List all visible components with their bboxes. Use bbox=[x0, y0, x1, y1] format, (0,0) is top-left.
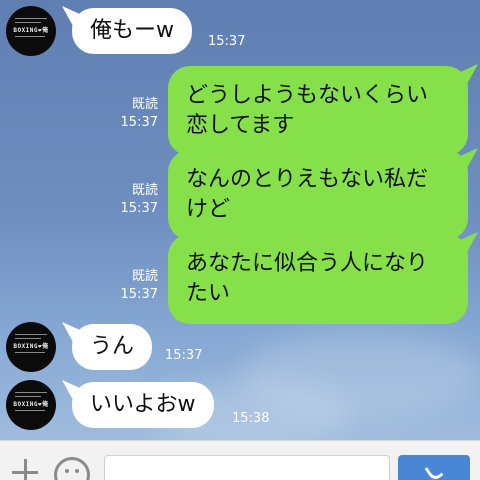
smiley-icon[interactable] bbox=[54, 457, 90, 480]
message-timestamp: 15:37 bbox=[120, 115, 158, 130]
contact-avatar[interactable]: BOXING❤俺 bbox=[6, 322, 56, 372]
avatar-label: BOXING❤俺 bbox=[13, 27, 49, 34]
phone-icon bbox=[424, 462, 444, 480]
message-line: あなたに似合う人になり bbox=[186, 251, 429, 276]
message-timestamp: 15:37 bbox=[120, 201, 158, 216]
read-label: 既読 bbox=[131, 97, 158, 112]
message-timestamp: 15:37 bbox=[120, 287, 158, 302]
message-line: どうしようもないくらい bbox=[186, 83, 429, 108]
contact-avatar[interactable]: BOXING❤俺 bbox=[6, 380, 56, 430]
message-line: なんのとりえもない私だ bbox=[186, 167, 429, 192]
message-composer bbox=[0, 440, 480, 480]
message-timestamp: 15:37 bbox=[165, 348, 203, 363]
plus-icon[interactable] bbox=[12, 459, 38, 480]
message-line: けど bbox=[186, 197, 231, 222]
outgoing-message-bubble[interactable]: あなたに似合う人になり たい bbox=[168, 234, 468, 324]
outgoing-message-bubble[interactable]: なんのとりえもない私だ けど bbox=[168, 150, 468, 240]
incoming-message-bubble[interactable]: いいよおw bbox=[72, 382, 214, 428]
incoming-message-bubble[interactable]: うん bbox=[72, 324, 153, 370]
call-button[interactable] bbox=[398, 455, 470, 480]
message-line: たい bbox=[186, 281, 231, 306]
read-label: 既読 bbox=[131, 183, 158, 198]
outgoing-message-bubble[interactable]: どうしようもないくらい 恋してます bbox=[168, 66, 468, 156]
message-input[interactable] bbox=[104, 455, 390, 480]
read-receipt: 既読 15:37 bbox=[118, 268, 158, 304]
avatar-label: BOXING❤俺 bbox=[13, 343, 49, 350]
incoming-message-bubble[interactable]: 俺もーw bbox=[72, 8, 192, 54]
contact-avatar[interactable]: BOXING❤俺 bbox=[6, 6, 56, 56]
read-receipt: 既読 15:37 bbox=[118, 182, 158, 218]
read-label: 既読 bbox=[131, 269, 158, 284]
read-receipt: 既読 15:37 bbox=[118, 96, 158, 132]
message-timestamp: 15:38 bbox=[232, 411, 270, 426]
message-timestamp: 15:37 bbox=[208, 34, 246, 49]
avatar-label: BOXING❤俺 bbox=[13, 401, 49, 408]
message-line: 恋してます bbox=[186, 113, 295, 138]
